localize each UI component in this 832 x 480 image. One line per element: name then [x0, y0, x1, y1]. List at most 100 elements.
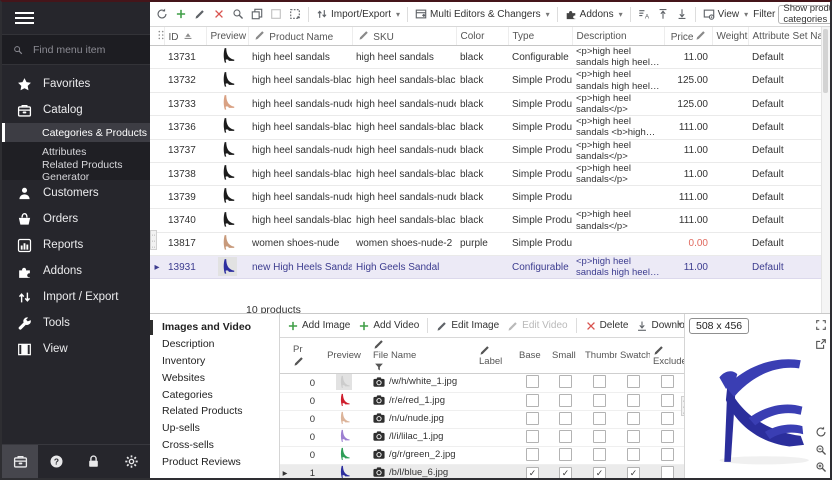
product-weight[interactable]	[712, 116, 748, 139]
image-file-name[interactable]: /l/i/lilac_1.jpg	[370, 429, 476, 447]
product-row[interactable]: ▸13931new High Heels SandalsHigh Geels S…	[150, 255, 826, 278]
column-header-label[interactable]: Label	[476, 338, 516, 374]
paste-special-button[interactable]	[287, 6, 303, 22]
product-type[interactable]: Simple Product	[508, 186, 572, 209]
product-attribute-set[interactable]: Default	[748, 116, 826, 139]
product-preview[interactable]	[206, 163, 248, 186]
product-price[interactable]: 111.00	[664, 116, 712, 139]
image-label[interactable]	[476, 411, 516, 429]
checkbox[interactable]	[559, 448, 572, 461]
product-preview[interactable]	[206, 232, 248, 255]
product-name[interactable]: women shoes-nude	[248, 232, 352, 255]
product-type[interactable]: Simple Product	[508, 92, 572, 115]
image-row[interactable]: ▸1/b/l/blue_6.jpg✓✓✓✓	[280, 465, 684, 480]
image-row[interactable]: 0/l/i/lilac_1.jpg	[280, 429, 684, 447]
image-position[interactable]: 1	[290, 465, 318, 480]
splitter-handle[interactable]: ∙∙∙∙∙∙	[150, 230, 157, 250]
sidebar-item-10[interactable]: Tools	[2, 310, 150, 336]
product-type[interactable]: Simple Product	[508, 209, 572, 232]
product-row[interactable]: 13732high heel sandals-blackhigh heel sa…	[150, 69, 826, 92]
product-price[interactable]: 11.00	[664, 139, 712, 162]
column-header-weight[interactable]: Weight	[712, 27, 748, 46]
checkbox[interactable]	[627, 412, 640, 425]
add-image-button[interactable]: Add Image	[285, 318, 352, 334]
delete-image-button[interactable]: Delete	[583, 318, 631, 334]
product-attribute-set[interactable]: Default	[748, 46, 826, 69]
column-header-sku[interactable]: SKU	[352, 27, 456, 46]
product-price[interactable]: 125.00	[664, 92, 712, 115]
checkbox[interactable]	[593, 412, 606, 425]
checkbox[interactable]	[593, 394, 606, 407]
product-row[interactable]: 13737high heel sandals-nude-36high heel …	[150, 139, 826, 162]
column-header-price[interactable]: Price	[664, 27, 712, 46]
product-preview[interactable]	[206, 116, 248, 139]
checkbox[interactable]	[526, 448, 539, 461]
image-preview[interactable]	[318, 411, 370, 429]
product-weight[interactable]	[712, 163, 748, 186]
sidebar-item-6[interactable]: Orders	[2, 206, 150, 232]
product-name[interactable]: high heel sandals-black-37	[248, 163, 352, 186]
image-position[interactable]: 0	[290, 393, 318, 411]
filter-dropdown[interactable]: Show products from selected categories ▾	[778, 5, 832, 24]
column-header-exclude[interactable]: Exclude	[650, 338, 684, 374]
product-type[interactable]: Configurable Product	[508, 255, 572, 278]
product-weight[interactable]	[712, 139, 748, 162]
product-description[interactable]: <p>high heel sandals high heel sandals</…	[572, 255, 664, 278]
product-preview[interactable]	[206, 92, 248, 115]
import-export-menu[interactable]: Import/Export ▾	[314, 6, 402, 22]
product-attribute-set[interactable]: Default	[748, 163, 826, 186]
checkbox[interactable]	[593, 448, 606, 461]
product-preview[interactable]	[206, 255, 248, 278]
checkbox[interactable]	[661, 430, 674, 443]
checkbox[interactable]	[661, 375, 674, 388]
product-row[interactable]: 13817 women shoes-nudewomen shoes-nude-2p…	[150, 232, 826, 255]
product-id[interactable]: 13817	[164, 232, 206, 255]
image-label[interactable]	[476, 447, 516, 465]
product-color[interactable]: black	[456, 116, 508, 139]
product-sku[interactable]: high heel sandals-black-36	[352, 116, 456, 139]
product-description[interactable]: <p>high heel sandals</p>	[572, 139, 664, 162]
tab-websites[interactable]: Websites	[150, 369, 279, 386]
catalog-mode-button[interactable]	[2, 445, 38, 478]
product-weight[interactable]	[712, 69, 748, 92]
product-attribute-set[interactable]: Default	[748, 139, 826, 162]
product-name[interactable]: high heel sandals-nude-37	[248, 186, 352, 209]
product-preview[interactable]	[206, 186, 248, 209]
collapse-rows-button[interactable]	[674, 6, 690, 22]
image-row[interactable]: 0/n/u/nude.jpg	[280, 411, 684, 429]
checkbox[interactable]	[559, 412, 572, 425]
lock-button[interactable]	[75, 454, 112, 469]
product-name[interactable]: high heel sandals-black	[248, 69, 352, 92]
product-id[interactable]: 13739	[164, 186, 206, 209]
product-sku[interactable]: high heel sandals-black-37	[352, 163, 456, 186]
product-attribute-set[interactable]: Default	[748, 255, 826, 278]
product-sku[interactable]: women shoes-nude-2	[352, 232, 456, 255]
checkbox[interactable]	[627, 430, 640, 443]
image-label[interactable]	[476, 429, 516, 447]
search-products-button[interactable]	[230, 6, 246, 22]
product-description[interactable]: <p>high heel sandals high heel sandals</…	[572, 46, 664, 69]
add-video-button[interactable]: Add Video	[356, 318, 421, 334]
image-preview[interactable]	[318, 393, 370, 411]
product-type[interactable]: Simple Product	[508, 163, 572, 186]
image-file-name[interactable]: /n/u/nude.jpg	[370, 411, 476, 429]
product-row[interactable]: 13736high heel sandals-black-36high heel…	[150, 116, 826, 139]
product-type[interactable]: Simple Product	[508, 116, 572, 139]
product-sku[interactable]: high heel sandals-black-38	[352, 209, 456, 232]
expand-rows-button[interactable]	[655, 6, 671, 22]
product-type[interactable]: Simple Product	[508, 139, 572, 162]
product-color[interactable]: purple	[456, 232, 508, 255]
product-preview[interactable]	[206, 46, 248, 69]
product-price[interactable]: 0.00	[664, 232, 712, 255]
rotate-button[interactable]	[815, 426, 827, 438]
image-preview[interactable]	[318, 374, 370, 393]
product-row[interactable]: 13740high heel sandals-black-38high heel…	[150, 209, 826, 232]
product-description[interactable]: <p>high heel sandals</p>	[572, 209, 664, 232]
image-row[interactable]: 0/w/h/white_1.jpg	[280, 374, 684, 393]
delete-product-button[interactable]	[211, 6, 227, 22]
product-price[interactable]: 111.00	[664, 209, 712, 232]
product-color[interactable]: black	[456, 69, 508, 92]
tab-product-reviews[interactable]: Product Reviews	[150, 453, 279, 470]
sidebar-item-9[interactable]: Import / Export	[2, 284, 150, 310]
tab-up-sells[interactable]: Up-sells	[150, 420, 279, 437]
